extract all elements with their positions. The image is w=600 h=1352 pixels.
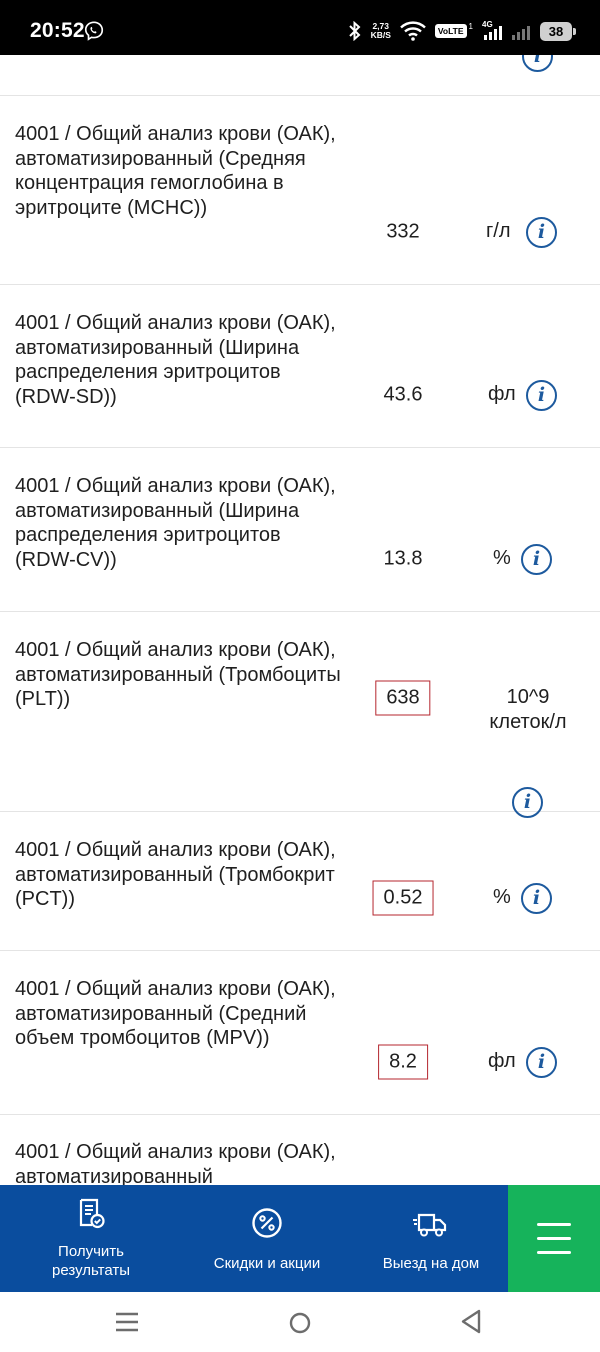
volte-badge: VoLTE [434, 24, 467, 38]
test-name: 4001 / Общий анализ крови (ОАК), автомат… [15, 639, 341, 710]
test-value-flagged: 8.2 [378, 1044, 428, 1080]
back-button[interactable] [441, 1292, 501, 1352]
test-unit: % [493, 886, 511, 908]
result-row-partial-bottom: 4001 / Общий анализ крови (ОАК), автомат… [0, 1115, 600, 1185]
test-name: 4001 / Общий анализ крови (ОАК), автомат… [15, 1141, 336, 1185]
home-button[interactable] [270, 1292, 330, 1352]
discounts-label: Скидки и акции [213, 1255, 321, 1272]
network-speed: 2,73 KB/S [370, 21, 391, 40]
test-unit: 10^9 клеток/л [489, 686, 567, 733]
percent-icon [252, 1208, 282, 1238]
test-name: 4001 / Общий анализ крови (ОАК), автомат… [15, 312, 336, 408]
info-icon[interactable]: i [522, 55, 553, 72]
home-circle-icon [289, 1312, 311, 1334]
result-row-partial: i [0, 55, 600, 96]
info-icon[interactable]: i [521, 883, 552, 914]
bottom-navigation: Получить результаты Скидки и акции Выезд… [0, 1185, 600, 1292]
test-name: 4001 / Общий анализ крови (ОАК), автомат… [15, 839, 336, 910]
info-icon[interactable]: i [526, 217, 557, 248]
viber-icon [84, 21, 104, 41]
result-row-pct: 4001 / Общий анализ крови (ОАК), автомат… [0, 812, 600, 951]
test-value: 332 [386, 220, 420, 243]
status-bar: 20:52 2,73 KB/S VoLTE 1 4G 38 [0, 0, 600, 55]
test-name: 4001 / Общий анализ крови (ОАК), автомат… [15, 123, 336, 219]
status-icons: 2,73 KB/S VoLTE 1 4G 38 [348, 18, 576, 44]
test-value-flagged: 638 [375, 680, 431, 716]
test-name: 4001 / Общий анализ крови (ОАК), автомат… [15, 475, 336, 571]
test-value: 43.6 [383, 383, 423, 406]
bluetooth-icon [348, 21, 361, 41]
result-row-mpv: 4001 / Общий анализ крови (ОАК), автомат… [0, 951, 600, 1115]
result-row-plt: 4001 / Общий анализ крови (ОАК), автомат… [0, 612, 600, 818]
test-unit: фл [488, 1050, 516, 1072]
document-check-icon [79, 1198, 105, 1229]
back-triangle-icon [461, 1309, 481, 1334]
result-row-mchc: 4001 / Общий анализ крови (ОАК), автомат… [0, 96, 600, 285]
status-time: 20:52 [30, 19, 85, 42]
discounts-button[interactable]: Скидки и акции [192, 1185, 342, 1292]
test-value-flagged: 0.52 [372, 880, 434, 916]
result-row-rdw-sd: 4001 / Общий анализ крови (ОАК), автомат… [0, 285, 600, 448]
get-results-label: Получить результаты [52, 1243, 130, 1279]
info-icon[interactable]: i [521, 544, 552, 575]
info-icon[interactable]: i [526, 1047, 557, 1078]
sim-indicator: 1 [468, 21, 473, 31]
home-visit-button[interactable]: Выезд на дом [360, 1185, 502, 1292]
test-value: 13.8 [383, 547, 423, 570]
test-unit: г/л [486, 220, 511, 242]
recent-apps-button[interactable] [97, 1292, 157, 1352]
info-icon[interactable]: i [526, 380, 557, 411]
signal-4g-icon: 4G [482, 21, 502, 41]
system-navigation-bar [0, 1292, 600, 1352]
wifi-icon [400, 21, 426, 41]
get-results-button[interactable]: Получить результаты [20, 1185, 162, 1292]
test-unit: фл [488, 383, 516, 405]
signal-icon [512, 26, 530, 40]
results-list[interactable]: i 4001 / Общий анализ крови (ОАК), автом… [0, 55, 600, 1185]
menu-button[interactable] [508, 1185, 600, 1292]
test-unit: % [493, 547, 511, 569]
delivery-truck-icon [413, 1213, 447, 1237]
test-name: 4001 / Общий анализ крови (ОАК), автомат… [15, 978, 336, 1049]
result-row-rdw-cv: 4001 / Общий анализ крови (ОАК), автомат… [0, 448, 600, 612]
battery-icon: 38 [540, 21, 576, 41]
recent-apps-icon [116, 1312, 138, 1332]
home-visit-label: Выезд на дом [382, 1255, 480, 1272]
